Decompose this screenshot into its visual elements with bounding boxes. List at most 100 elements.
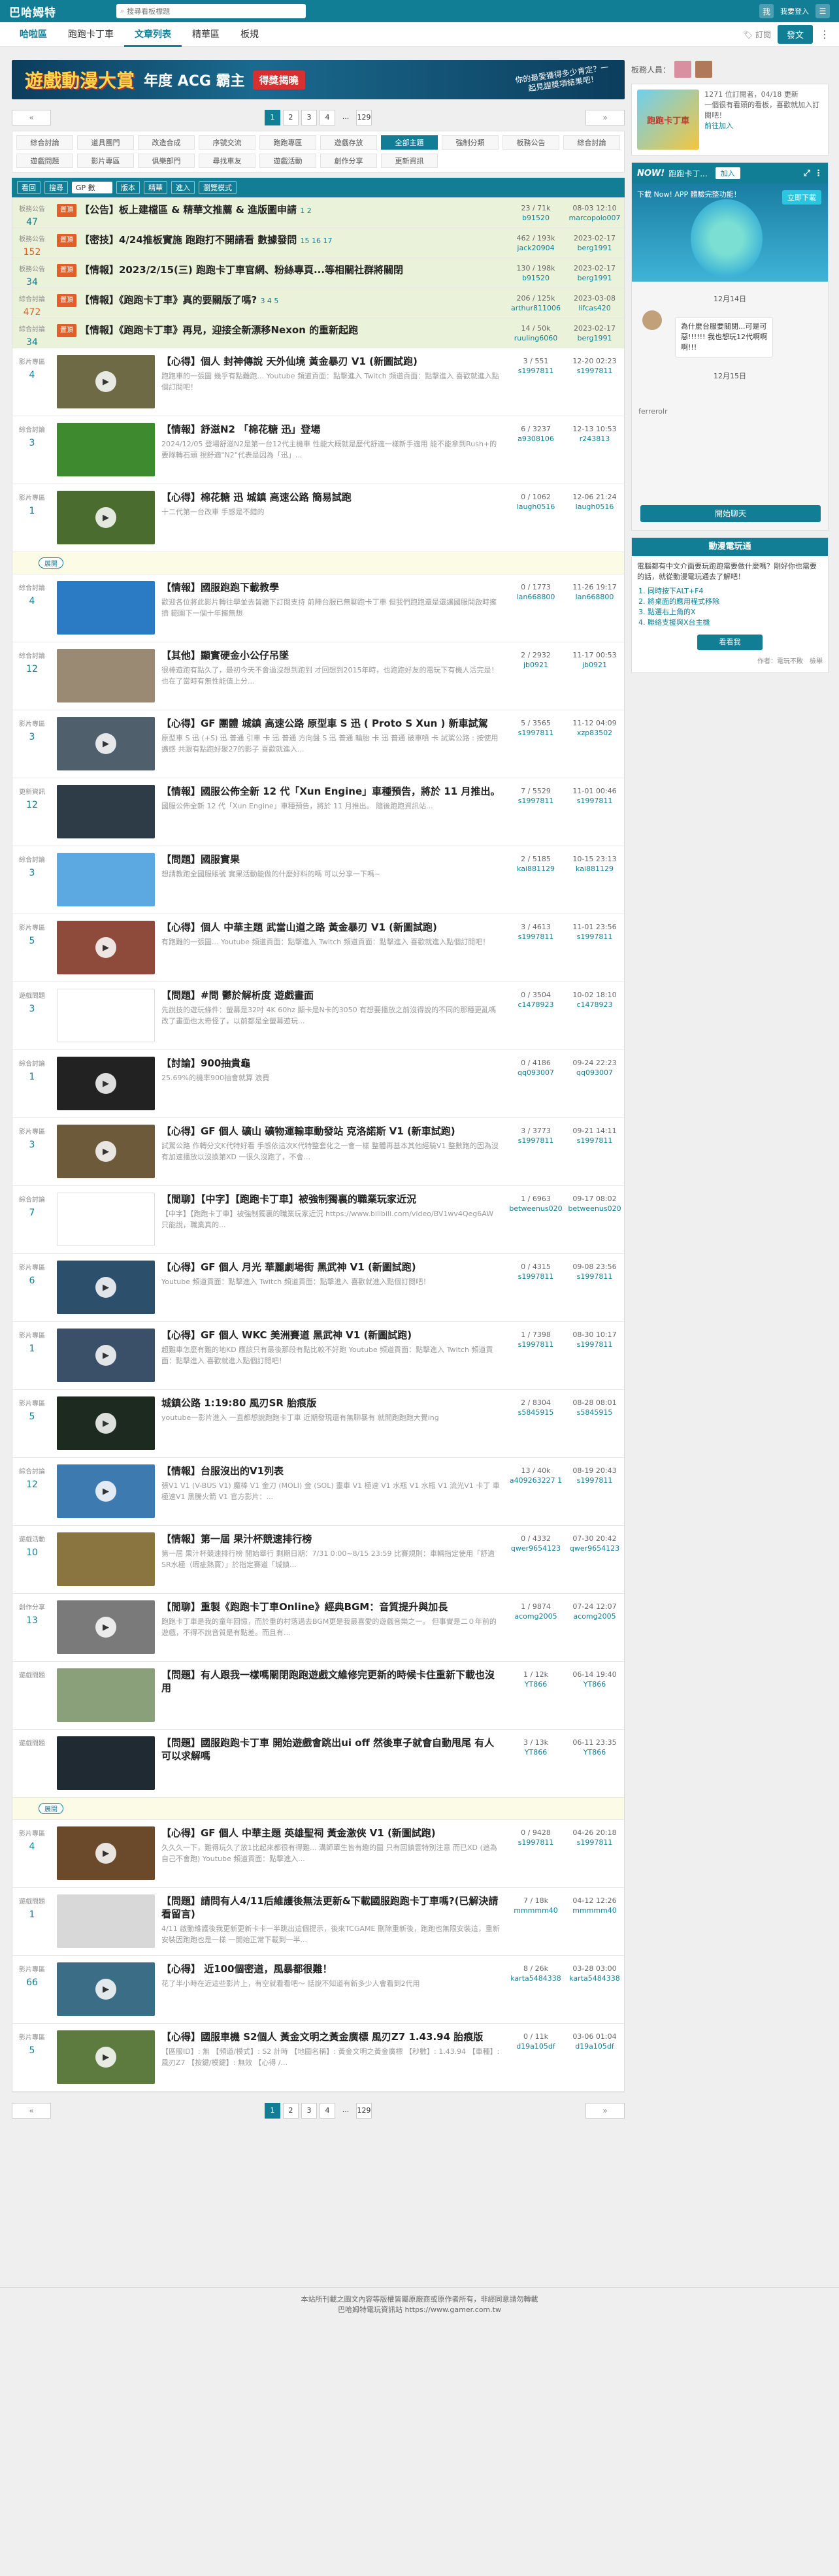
page-link[interactable]: 2 [283,2103,299,2119]
article-row[interactable]: 影片專區 3 ▶ 【心得】GF 團體 城鎮 高速公路 原型車 S 迅 ( Proto … [12,710,624,778]
article-title[interactable]: 【問題】請問有人4/11后維護後無法更新&下載國服跑跑卡丁車嗎?(已解決請看留言… [161,1894,501,1921]
last-reply-date[interactable]: 09-08 23:56 [565,1262,624,1272]
more-icon[interactable]: ⋮ [819,28,830,41]
article-thumbnail[interactable]: ▶ [57,355,155,408]
article-row[interactable]: 影片專區 66 ▶ 【心得】 近100個密道，風暴都很難！ 花了半小時在近這些影片上，有… [12,1956,624,2024]
article-thumbnail[interactable]: ▶ [57,1261,155,1314]
last-reply-date[interactable]: 11-12 04:09 [565,718,624,728]
last-reply-author[interactable]: lifcas420 [565,303,624,313]
article-thumbnail[interactable]: ▶ [57,1125,155,1178]
menu-icon[interactable]: ☰ [815,4,830,18]
article-pages[interactable]: 3 4 5 [260,297,278,305]
expand-icon[interactable]: ⤢ [804,169,810,178]
author-link[interactable]: kai881129 [506,864,565,874]
article-title[interactable]: 置頂 【情報】《跑跑卡丁車》真的要關版了嗎? 3 4 5 [57,293,501,308]
article-title[interactable]: 【問題】國服實果 [161,853,501,866]
article-thumbnail[interactable] [57,1668,155,1722]
category-filter[interactable]: 遊戲問題 [16,154,73,168]
event-banner[interactable]: 遊戲動漫大賞 年度 ACG 霸主 得獎揭曉 你的最愛獲得多少肯定？一起見證獎項結… [12,60,625,99]
author-link[interactable]: d19a105df [506,2041,565,2051]
article-row[interactable]: 綜合討論 12 ▶ 【情報】台服沒出的V1列表 張V1 V1 (V-BUS V1) 魔棒… [12,1458,624,1526]
last-reply-author[interactable]: qwer9654123 [565,1544,624,1553]
nav-home[interactable]: 哈啦區 [9,22,58,47]
last-reply-date[interactable]: 09-17 08:02 [565,1194,624,1204]
author-link[interactable]: YT866 [506,1747,565,1757]
last-reply-date[interactable]: 11-01 23:56 [565,922,624,932]
last-reply-date[interactable]: 08-28 08:01 [565,1398,624,1408]
subscribe-button[interactable]: 🏷 訂閱 [743,29,771,40]
last-reply-date[interactable]: 07-30 20:42 [565,1534,624,1544]
admin-avatar[interactable] [695,61,713,78]
last-reply-date[interactable]: 09-21 14:11 [565,1126,624,1136]
category-filter[interactable]: 尋找車友 [199,154,255,168]
article-thumbnail[interactable] [57,1894,155,1948]
last-reply-date[interactable]: 12-13 10:53 [565,424,624,434]
article-title[interactable]: 【心得】個人 封神傳說 天外仙境 黃金暴刃 V1 (新圖試跑) [161,355,501,368]
last-reply-author[interactable]: karta5484338 [565,1973,624,1983]
article-title[interactable]: 【心得】棉花糖 迅 城鎮 高速公路 簡易試跑 [161,491,501,504]
article-row[interactable]: 綜合討論 472 置頂 【情報】《跑跑卡丁車》真的要關版了嗎? 3 4 5 206 / … [12,288,624,318]
now-join-button[interactable]: 加入 [715,167,740,179]
site-logo[interactable]: 巴哈姆特 [9,3,107,20]
vote-option[interactable]: 點選右上角的X [648,607,823,618]
back-button[interactable]: 看回 [17,181,41,194]
category-filter[interactable]: 更新資訊 [381,154,438,168]
last-reply-author[interactable]: YT866 [565,1679,624,1689]
author-link[interactable]: c1478923 [506,1000,565,1010]
category-filter[interactable]: 遊戲活動 [259,154,316,168]
article-title[interactable]: 【心得】 近100個密道，風暴都很難！ [161,1962,501,1975]
search-box[interactable]: ⌕ [116,4,306,18]
last-reply-author[interactable]: d19a105df [565,2041,624,2051]
category-filter[interactable]: 綜合討論 [563,135,620,150]
last-reply-author[interactable]: mmmmm40 [565,1906,624,1915]
article-row[interactable]: 遊戲問題 1 【問題】請問有人4/11后維護後無法更新&下載國服跑跑卡丁車嗎?(已解… [12,1888,624,1956]
article-title[interactable]: 【閒聊】重製《跑跑卡丁車Online》經典BGM：音質提升與加長 [161,1600,501,1613]
last-reply-author[interactable]: qq093007 [565,1068,624,1078]
article-thumbnail[interactable] [57,853,155,906]
article-row[interactable]: 影片專區 4 ▶ 【心得】GF 個人 中華主題 英雄聖祠 黃金激俠 V1 (新圖試跑)… [12,1820,624,1888]
author-link[interactable]: s1997811 [506,796,565,806]
vote-option[interactable]: 同時按下ALT+F4 [648,586,823,597]
article-thumbnail[interactable]: ▶ [57,1600,155,1654]
category-filter[interactable]: 遊戲存放 [320,135,377,150]
last-reply-date[interactable]: 06-14 19:40 [565,1670,624,1679]
prev-page-button[interactable]: « [12,2103,51,2119]
author-link[interactable]: betweenus020 [506,1204,565,1214]
last-reply-date[interactable]: 11-17 00:53 [565,650,624,660]
article-thumbnail[interactable] [57,785,155,838]
expand-button[interactable]: 展開 [39,557,63,569]
essence-filter-button[interactable]: 精華 [144,181,167,194]
article-title[interactable]: 【情報】國服跑跑下載教學 [161,581,501,594]
category-filter[interactable]: 綜合討論 [16,135,73,150]
article-title[interactable]: 置頂 【密技】4/24推板實施 跑跑打不開請看 數據發問 15 16 17 [57,233,501,248]
last-reply-author[interactable]: xzp83502 [565,728,624,738]
article-row[interactable]: 綜合討論 4 【情報】國服跑跑下載教學 歡迎各位將此影片轉往學並去皆聽下訂閱支持 前陣… [12,574,624,642]
article-title[interactable]: 【情報】舒滋N2 「棉花糖 迅」登場 [161,423,501,436]
page-link[interactable]: 129 [356,2103,372,2119]
author-link[interactable]: b91520 [506,273,565,283]
article-row[interactable]: 影片專區 1 ▶ 【心得】棉花糖 迅 城鎮 高速公路 簡易試跑 十二代第一台改車 手感是… [12,484,624,552]
article-row[interactable]: 板務公告 47 置頂 【公告】板上建檔區 & 精華文推薦 & 進版圖申請 1 2 23 … [12,198,624,228]
article-title[interactable]: 【情報】台服沒出的V1列表 [161,1464,501,1478]
last-reply-author[interactable]: s1997811 [565,1838,624,1847]
last-reply-date[interactable]: 04-12 12:26 [565,1896,624,1906]
page-link[interactable]: 4 [320,2103,335,2119]
article-row[interactable]: 綜合討論 3 【情報】舒滋N2 「棉花糖 迅」登場 2024/12/05 登場舒滋N2… [12,416,624,484]
author-link[interactable]: lan668800 [506,592,565,602]
last-reply-author[interactable]: c1478923 [565,1000,624,1010]
start-chat-button[interactable]: 開始聊天 [640,505,821,522]
article-thumbnail[interactable] [57,423,155,476]
avatar[interactable]: 我 [759,4,774,18]
last-reply-author[interactable]: berg1991 [565,333,624,343]
nav-article-list[interactable]: 文章列表 [124,22,182,47]
article-row[interactable]: 綜合討論 3 【問題】國服實果 想請教跑全國服賬號 實果活動能做的什麼好料的嗎 可以分… [12,846,624,914]
nav-rules[interactable]: 板規 [230,22,269,47]
prev-page-button[interactable]: « [12,110,51,125]
author-link[interactable]: a9308106 [506,434,565,444]
board-image[interactable]: 跑跑卡丁車 [637,90,700,150]
page-link[interactable]: 4 [320,110,335,125]
last-reply-date[interactable]: 12-20 02:23 [565,356,624,366]
article-thumbnail[interactable] [57,649,155,702]
author-link[interactable]: s1997811 [506,932,565,942]
last-reply-author[interactable]: s1997811 [565,366,624,376]
